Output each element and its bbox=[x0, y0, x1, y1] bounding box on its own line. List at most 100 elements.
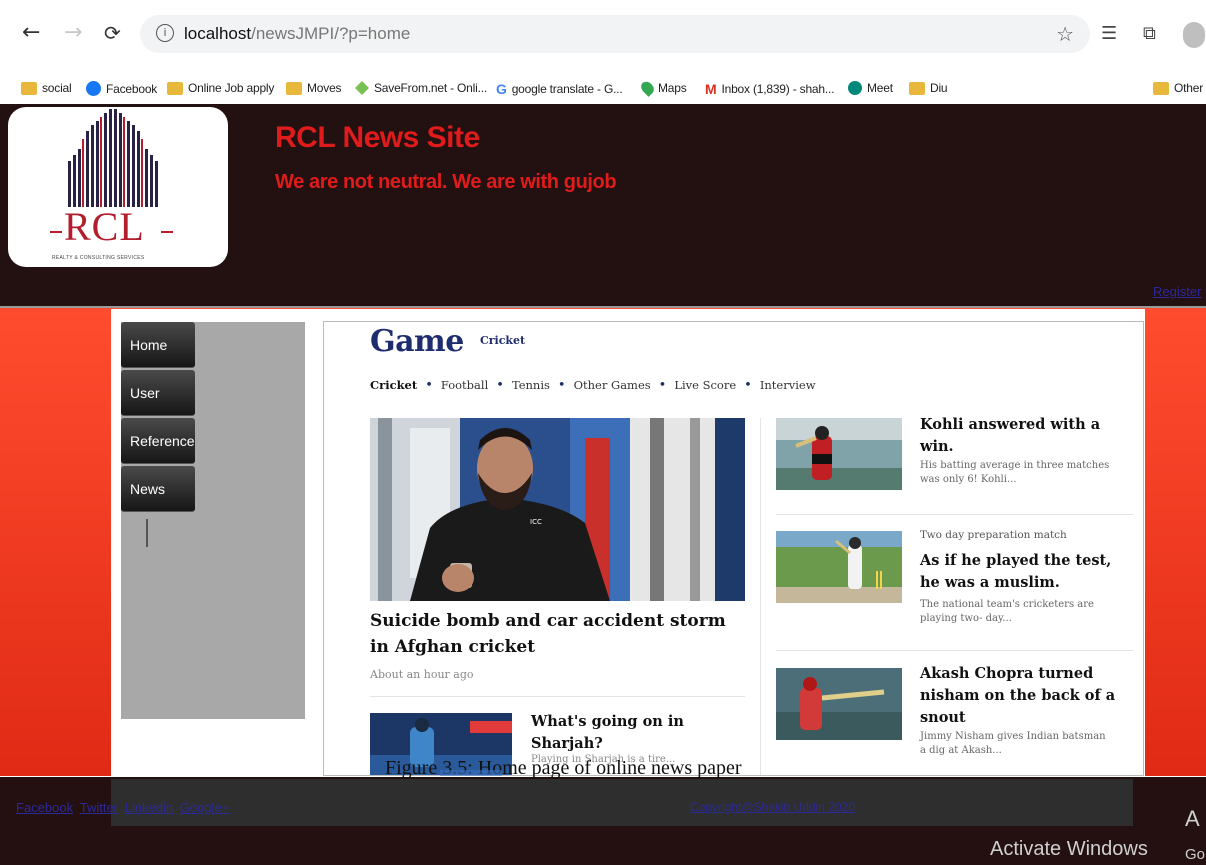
watermark-fragment: A bbox=[1185, 806, 1200, 831]
twitter-link[interactable]: Twitter bbox=[80, 800, 118, 815]
column-divider bbox=[760, 418, 761, 775]
bookmark-moves[interactable]: Moves bbox=[286, 81, 342, 95]
folder-icon bbox=[286, 81, 302, 95]
bookmark-label: Online Job apply bbox=[188, 81, 275, 95]
bookmark-label: Diu bbox=[930, 81, 948, 95]
bookmark-maps[interactable]: Maps bbox=[638, 79, 687, 97]
folder-icon bbox=[21, 81, 37, 95]
bookmark-label: google translate - G... bbox=[511, 82, 623, 96]
logo-dash bbox=[161, 231, 173, 233]
news-content: Game Cricket Cricket • Football • Tennis • Oth… bbox=[323, 321, 1144, 776]
divider bbox=[370, 696, 745, 697]
folder-icon bbox=[1153, 81, 1169, 95]
tab-cricket[interactable]: Cricket bbox=[370, 378, 417, 392]
bookmarks-bar: social Facebook Online Job apply Moves S… bbox=[0, 76, 1206, 104]
info-icon[interactable]: i bbox=[156, 24, 174, 42]
facebook-link[interactable]: Facebook bbox=[16, 800, 73, 815]
favorites-icon[interactable]: ☰ bbox=[1101, 23, 1117, 44]
bookmark-facebook[interactable]: Facebook bbox=[86, 81, 157, 96]
section-title: Game bbox=[370, 324, 464, 359]
star-icon[interactable]: ☆ bbox=[1056, 22, 1074, 46]
separator-dot: • bbox=[658, 378, 667, 393]
browser-toolbar: ← → ⟳ i localhost/newsJMPI/?p=home ☆ ☰ ⧉ bbox=[0, 0, 1206, 76]
tab-tennis[interactable]: Tennis bbox=[512, 378, 550, 392]
gmail-icon: M bbox=[705, 81, 717, 97]
bookmark-label: Maps bbox=[658, 81, 687, 95]
test-article-kicker: Two day preparation match bbox=[920, 529, 1067, 541]
url-text[interactable]: localhost/newsJMPI/?p=home bbox=[184, 24, 410, 44]
site-logo[interactable]: RCL REALTY & CONSULTING SERVICES bbox=[8, 107, 228, 267]
bookmark-label: Inbox (1,839) - shah... bbox=[721, 82, 835, 96]
tab-interview[interactable]: Interview bbox=[760, 378, 816, 392]
hero-title[interactable]: Suicide bomb and car accident storm in A… bbox=[370, 608, 745, 660]
bookmark-meet[interactable]: Meet bbox=[848, 81, 893, 95]
savefrom-icon bbox=[355, 81, 369, 95]
bookmark-label: Other bbox=[1174, 81, 1204, 95]
tab-live-score[interactable]: Live Score bbox=[674, 378, 736, 392]
kohli-article-image[interactable] bbox=[776, 418, 902, 490]
bookmark-diu[interactable]: Diu bbox=[909, 81, 948, 95]
test-article-desc: The national team's cricketers are playi… bbox=[920, 599, 1094, 624]
bookmark-social[interactable]: social bbox=[21, 81, 72, 95]
chopra-article-desc: Jimmy Nisham gives Indian batsman a dig … bbox=[920, 731, 1106, 756]
site-tagline: We are not neutral. We are with gujob bbox=[275, 171, 617, 193]
section-subtitle: Cricket bbox=[480, 334, 526, 347]
category-nav: Cricket • Football • Tennis • Other Games • Live… bbox=[370, 378, 816, 393]
chopra-article-title[interactable]: Akash Chopra turned nisham on the back o… bbox=[920, 663, 1120, 729]
facebook-icon bbox=[86, 81, 101, 96]
logo-tagline: REALTY & CONSULTING SERVICES bbox=[52, 255, 145, 261]
bookmark-savefrom[interactable]: SaveFrom.net - Onli... bbox=[355, 81, 487, 95]
hero-image[interactable]: ICC bbox=[370, 418, 745, 601]
test-article-title[interactable]: As if he played the test, he was a musli… bbox=[920, 550, 1120, 594]
bookmark-label: Facebook bbox=[106, 81, 158, 96]
menu-item-reference[interactable]: Reference bbox=[121, 418, 195, 464]
caption-highlight bbox=[440, 770, 502, 776]
logo-dash bbox=[50, 231, 62, 233]
collections-icon[interactable]: ⧉ bbox=[1143, 23, 1156, 44]
back-arrow-icon[interactable]: ← bbox=[22, 22, 40, 44]
menu-item-user[interactable]: User bbox=[121, 370, 195, 416]
bookmark-other[interactable]: Other bbox=[1153, 81, 1203, 95]
bookmark-inbox[interactable]: M Inbox (1,839) - shah... bbox=[705, 81, 834, 97]
logo-text: RCL bbox=[64, 204, 145, 249]
folder-icon bbox=[909, 81, 925, 95]
register-link[interactable]: Register bbox=[1153, 284, 1201, 299]
kohli-article-title[interactable]: Kohli answered with a win. bbox=[920, 414, 1120, 458]
google-plus-link[interactable]: Google+ bbox=[180, 800, 230, 815]
divider bbox=[776, 514, 1133, 515]
tab-other-games[interactable]: Other Games bbox=[574, 378, 651, 392]
copyright-link[interactable]: Copyright@Shakib Uddin 2020 bbox=[690, 800, 855, 814]
bookmark-google-translate[interactable]: Ggoogle translate - G... bbox=[496, 81, 623, 97]
watermark-fragment: Go bbox=[1185, 846, 1206, 863]
menu-item-news[interactable]: News bbox=[121, 466, 195, 512]
google-icon: G bbox=[496, 81, 507, 97]
svg-text:ICC: ICC bbox=[530, 518, 542, 526]
bookmark-label: SaveFrom.net - Onli... bbox=[374, 81, 487, 95]
figure-caption: Figure 3.5: Home page of online news pap… bbox=[385, 757, 742, 779]
address-bar[interactable]: i localhost/newsJMPI/?p=home ☆ bbox=[140, 15, 1090, 53]
menu-divider bbox=[146, 519, 148, 547]
profile-avatar-icon[interactable] bbox=[1183, 22, 1205, 48]
sharjah-article-title[interactable]: What's going on in Sharjah? bbox=[531, 711, 701, 755]
activate-windows-watermark: Activate Windows bbox=[990, 838, 1148, 860]
folder-icon bbox=[167, 81, 183, 95]
reload-icon[interactable]: ⟳ bbox=[104, 22, 121, 44]
hero-timestamp: About an hour ago bbox=[370, 668, 474, 681]
chopra-article-image[interactable] bbox=[776, 668, 902, 740]
bookmark-online-job-apply[interactable]: Online Job apply bbox=[167, 81, 274, 95]
maps-icon bbox=[638, 79, 657, 97]
divider bbox=[776, 650, 1133, 651]
kohli-article-desc: His batting average in three matches was… bbox=[920, 460, 1110, 485]
forward-arrow-icon[interactable]: → bbox=[64, 22, 82, 44]
footer-bar bbox=[111, 779, 1133, 826]
meet-icon bbox=[848, 81, 862, 95]
linkedin-link[interactable]: Linkedin bbox=[125, 800, 173, 815]
bookmark-label: social bbox=[42, 81, 72, 95]
separator-dot: • bbox=[744, 378, 752, 393]
separator-dot: • bbox=[557, 378, 566, 393]
test-article-image[interactable] bbox=[776, 531, 902, 603]
site-title: RCL News Site bbox=[275, 121, 480, 154]
url-path: /newsJMPI/?p=home bbox=[251, 24, 411, 43]
tab-football[interactable]: Football bbox=[441, 378, 488, 392]
menu-item-home[interactable]: Home bbox=[121, 322, 195, 368]
